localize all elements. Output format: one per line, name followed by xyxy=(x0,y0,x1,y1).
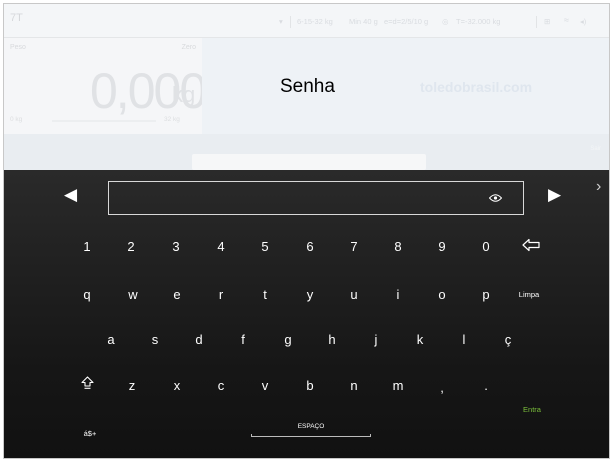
scale-min-label: 0 kg xyxy=(10,116,23,123)
background-input xyxy=(192,154,426,170)
key-v[interactable]: v xyxy=(253,376,277,396)
key-e[interactable]: e xyxy=(165,285,189,305)
background-strip: Sair xyxy=(4,134,609,170)
arrow-left-icon[interactable]: ◀ xyxy=(64,186,77,203)
page-title: Senha xyxy=(280,76,335,97)
key-a[interactable]: a xyxy=(99,330,123,350)
password-input[interactable] xyxy=(108,181,524,215)
chevron-right-icon[interactable]: › xyxy=(596,178,601,195)
arrow-right-icon[interactable]: ▶ xyxy=(548,186,561,203)
divider xyxy=(536,16,537,28)
key-j[interactable]: j xyxy=(364,330,388,350)
key-h[interactable]: h xyxy=(320,330,344,350)
division-label: e=d=2/5/10 g xyxy=(384,17,429,26)
key-m[interactable]: m xyxy=(386,376,410,396)
key-l[interactable]: l xyxy=(452,330,476,350)
key-3[interactable]: 3 xyxy=(164,237,188,257)
key-6[interactable]: 6 xyxy=(298,237,322,257)
eye-icon[interactable] xyxy=(489,194,502,202)
key-f[interactable]: f xyxy=(231,330,255,350)
virtual-keyboard: ◀ ▶ › 1 2 3 4 5 6 7 8 9 0 q w e r t y u … xyxy=(4,170,609,458)
status-bar: 7T ▾ 6-15-32 kg Min 40 g e=d=2/5/10 g ◎ … xyxy=(4,4,609,38)
zero-label: Zero xyxy=(181,44,196,51)
space-bar[interactable]: ESPAÇO xyxy=(251,423,371,437)
key-o[interactable]: o xyxy=(430,285,454,305)
key-7[interactable]: 7 xyxy=(342,237,366,257)
key-u[interactable]: u xyxy=(342,285,366,305)
header: toledobrasil.com Senha xyxy=(202,38,609,134)
key-c[interactable]: c xyxy=(209,376,233,396)
backspace-icon[interactable] xyxy=(522,238,540,252)
weight-panel: Peso Zero 0,000 kg 0 kg 32 kg xyxy=(4,38,207,134)
key-t[interactable]: t xyxy=(253,285,277,305)
key-1[interactable]: 1 xyxy=(75,237,99,257)
key-i[interactable]: i xyxy=(386,285,410,305)
status-left-label: 7T xyxy=(10,12,23,24)
peso-label: Peso xyxy=(10,44,26,51)
scale-max-label: 32 kg xyxy=(164,116,180,123)
key-g[interactable]: g xyxy=(276,330,300,350)
volume-icon: ◂) xyxy=(580,17,587,26)
key-4[interactable]: 4 xyxy=(209,237,233,257)
key-d[interactable]: d xyxy=(187,330,211,350)
key-r[interactable]: r xyxy=(209,285,233,305)
dropdown-icon: ▾ xyxy=(279,17,283,26)
tare-label: T=-32.000 kg xyxy=(456,17,501,26)
key-8[interactable]: 8 xyxy=(386,237,410,257)
divider xyxy=(290,16,291,28)
symbols-button[interactable]: á$+ xyxy=(75,424,105,444)
clear-button[interactable]: Limpa xyxy=(514,285,544,305)
key-0[interactable]: 0 xyxy=(474,237,498,257)
space-label: ESPAÇO xyxy=(297,423,325,430)
key-c-cedilla[interactable]: ç xyxy=(496,330,520,350)
min-label: Min 40 g xyxy=(349,17,378,26)
range-label: 6-15-32 kg xyxy=(297,17,333,26)
key-b[interactable]: b xyxy=(298,376,322,396)
site-watermark: toledobrasil.com xyxy=(420,79,533,95)
key-z[interactable]: z xyxy=(120,376,144,396)
app-window: 7T ▾ 6-15-32 kg Min 40 g e=d=2/5/10 g ◎ … xyxy=(3,3,610,459)
key-5[interactable]: 5 xyxy=(253,237,277,257)
key-x[interactable]: x xyxy=(165,376,189,396)
key-n[interactable]: n xyxy=(342,376,366,396)
key-s[interactable]: s xyxy=(143,330,167,350)
shift-icon[interactable] xyxy=(81,376,94,389)
key-9[interactable]: 9 xyxy=(430,237,454,257)
key-k[interactable]: k xyxy=(408,330,432,350)
enter-button[interactable]: Entra xyxy=(517,400,547,420)
space-bar-line xyxy=(251,434,371,437)
key-w[interactable]: w xyxy=(121,285,145,305)
key-q[interactable]: q xyxy=(75,285,99,305)
key-y[interactable]: y xyxy=(298,285,322,305)
weight-unit: kg xyxy=(172,82,196,107)
wifi-icon: ≈ xyxy=(564,15,569,25)
key-p[interactable]: p xyxy=(474,285,498,305)
key-2[interactable]: 2 xyxy=(119,237,143,257)
exit-label: Sair xyxy=(590,146,601,152)
key-comma[interactable]: , xyxy=(430,378,454,398)
key-period[interactable]: . xyxy=(474,376,498,396)
scale-bar xyxy=(52,120,156,122)
network-icon: ⊞ xyxy=(544,17,551,26)
tare-icon: ◎ xyxy=(442,17,449,26)
